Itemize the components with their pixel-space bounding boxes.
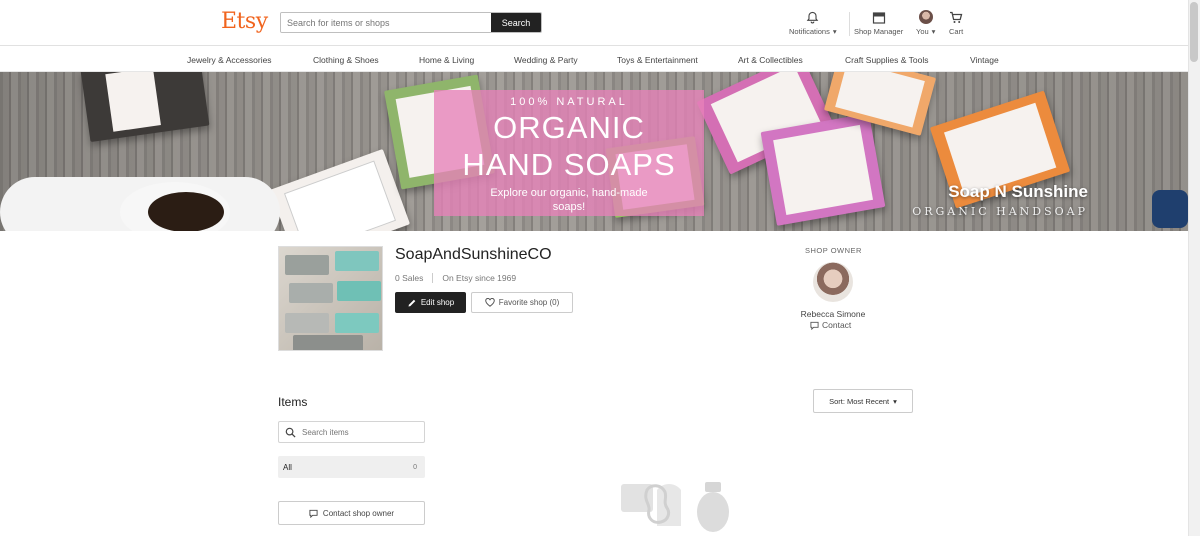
you-label: You bbox=[916, 27, 929, 36]
heart-icon bbox=[485, 298, 495, 307]
edit-shop-button[interactable]: Edit shop bbox=[395, 292, 466, 313]
brand-subtitle: ORGANIC HANDSOAP bbox=[912, 205, 1088, 218]
soap-bar-image bbox=[285, 255, 329, 275]
search-bar: Search bbox=[280, 12, 542, 33]
shop-owner-label: SHOP OWNER bbox=[805, 246, 862, 255]
favorite-shop-label: Favorite shop (0) bbox=[498, 298, 560, 307]
owner-name[interactable]: Rebecca Simone bbox=[800, 309, 866, 319]
shop-icon-photo bbox=[278, 246, 383, 351]
category-link[interactable]: Home & Living bbox=[419, 55, 474, 65]
owner-contact-link[interactable]: Contact bbox=[810, 320, 851, 330]
shop-sales[interactable]: 0 Sales bbox=[395, 273, 423, 283]
soap-bar-image bbox=[760, 113, 886, 226]
sort-label: Sort: Most Recent bbox=[829, 396, 890, 406]
promo-subtitle: Explore our organic, hand-made soaps! bbox=[490, 187, 648, 213]
category-link[interactable]: Toys & Entertainment bbox=[617, 55, 698, 65]
shop-since: On Etsy since 1969 bbox=[442, 273, 517, 283]
cart-label: Cart bbox=[949, 27, 964, 36]
promo-kicker: 100% NATURAL bbox=[510, 96, 628, 108]
owner-contact-label: Contact bbox=[822, 320, 852, 330]
soap-bar-image bbox=[285, 313, 329, 333]
soap-bar-image bbox=[269, 148, 411, 231]
pencil-icon bbox=[408, 299, 416, 306]
soap-bar-image bbox=[80, 72, 210, 143]
scrollbar[interactable] bbox=[1188, 0, 1200, 536]
search-button[interactable]: Search bbox=[491, 13, 541, 32]
shop-meta: 0 Sales On Etsy since 1969 bbox=[395, 273, 516, 283]
site-header: Etsy Search Notifications ▾ Shop Manager… bbox=[0, 0, 1188, 46]
empty-shop-illustration bbox=[621, 482, 729, 532]
bottle-image bbox=[1152, 190, 1188, 228]
search-input[interactable] bbox=[281, 13, 491, 32]
category-nav: Jewelry & Accessories Clothing & Shoes H… bbox=[0, 47, 1188, 72]
brand-name: Soap N Sunshine bbox=[948, 182, 1088, 201]
meta-divider bbox=[432, 273, 434, 283]
soap-bar-image bbox=[335, 313, 379, 333]
soap-bar-image bbox=[335, 251, 379, 271]
message-icon bbox=[309, 509, 318, 518]
filter-all-count: 0 bbox=[413, 463, 417, 471]
chevron-down-icon: ▾ bbox=[931, 27, 936, 36]
search-icon bbox=[285, 427, 296, 438]
etsy-logo[interactable]: Etsy bbox=[221, 9, 268, 34]
category-link[interactable]: Jewelry & Accessories bbox=[187, 55, 272, 65]
edit-shop-label: Edit shop bbox=[420, 298, 455, 307]
chevron-down-icon: ▾ bbox=[893, 396, 897, 406]
category-link[interactable]: Craft Supplies & Tools bbox=[845, 55, 928, 65]
chevron-down-icon: ▾ bbox=[832, 27, 837, 36]
banner-brand: Soap N Sunshine ORGANIC HANDSOAP bbox=[912, 182, 1088, 218]
shop-banner: 100% NATURAL ORGANIC HAND SOAPS Explore … bbox=[0, 72, 1188, 231]
header-divider bbox=[849, 12, 850, 36]
promo-title-line1: ORGANIC bbox=[493, 110, 645, 145]
user-avatar bbox=[918, 10, 933, 24]
category-link[interactable]: Clothing & Shoes bbox=[313, 55, 379, 65]
contact-shop-owner-button[interactable]: Contact shop owner bbox=[278, 501, 425, 525]
promo-title-line2: HAND SOAPS bbox=[462, 147, 676, 182]
cart-icon bbox=[949, 9, 963, 25]
soap-bar-image bbox=[293, 335, 363, 350]
shop-name: SoapAndSunshineCO bbox=[395, 246, 552, 263]
filter-all-label: All bbox=[283, 462, 292, 472]
items-heading: Items bbox=[278, 395, 308, 409]
message-icon bbox=[810, 321, 819, 330]
shop-manager-label: Shop Manager bbox=[854, 27, 904, 36]
contact-shop-owner-label: Contact shop owner bbox=[322, 508, 395, 518]
soap-bar-image bbox=[337, 281, 381, 301]
coffee-image bbox=[148, 192, 224, 231]
notifications-label: Notifications bbox=[789, 27, 830, 36]
items-search-input[interactable] bbox=[302, 427, 412, 437]
category-link[interactable]: Art & Collectibles bbox=[738, 55, 803, 65]
notifications-menu[interactable]: Notifications ▾ bbox=[789, 9, 837, 36]
section-filter-all[interactable]: All 0 bbox=[278, 456, 425, 478]
bell-icon bbox=[806, 9, 819, 25]
soap-bar-image bbox=[289, 283, 333, 303]
cart-link[interactable]: Cart bbox=[949, 9, 963, 36]
category-link[interactable]: Wedding & Party bbox=[514, 55, 578, 65]
favorite-shop-button[interactable]: Favorite shop (0) bbox=[471, 292, 573, 313]
scrollbar-thumb[interactable] bbox=[1190, 2, 1198, 62]
category-link[interactable]: Vintage bbox=[970, 55, 999, 65]
items-search bbox=[278, 421, 425, 443]
shop-icon bbox=[872, 9, 886, 25]
promo-overlay: 100% NATURAL ORGANIC HAND SOAPS Explore … bbox=[434, 90, 704, 216]
owner-avatar[interactable] bbox=[813, 262, 853, 302]
you-menu[interactable]: You ▾ bbox=[916, 9, 935, 36]
sort-dropdown[interactable]: Sort: Most Recent ▾ bbox=[813, 389, 913, 413]
shop-manager-link[interactable]: Shop Manager bbox=[854, 9, 903, 36]
